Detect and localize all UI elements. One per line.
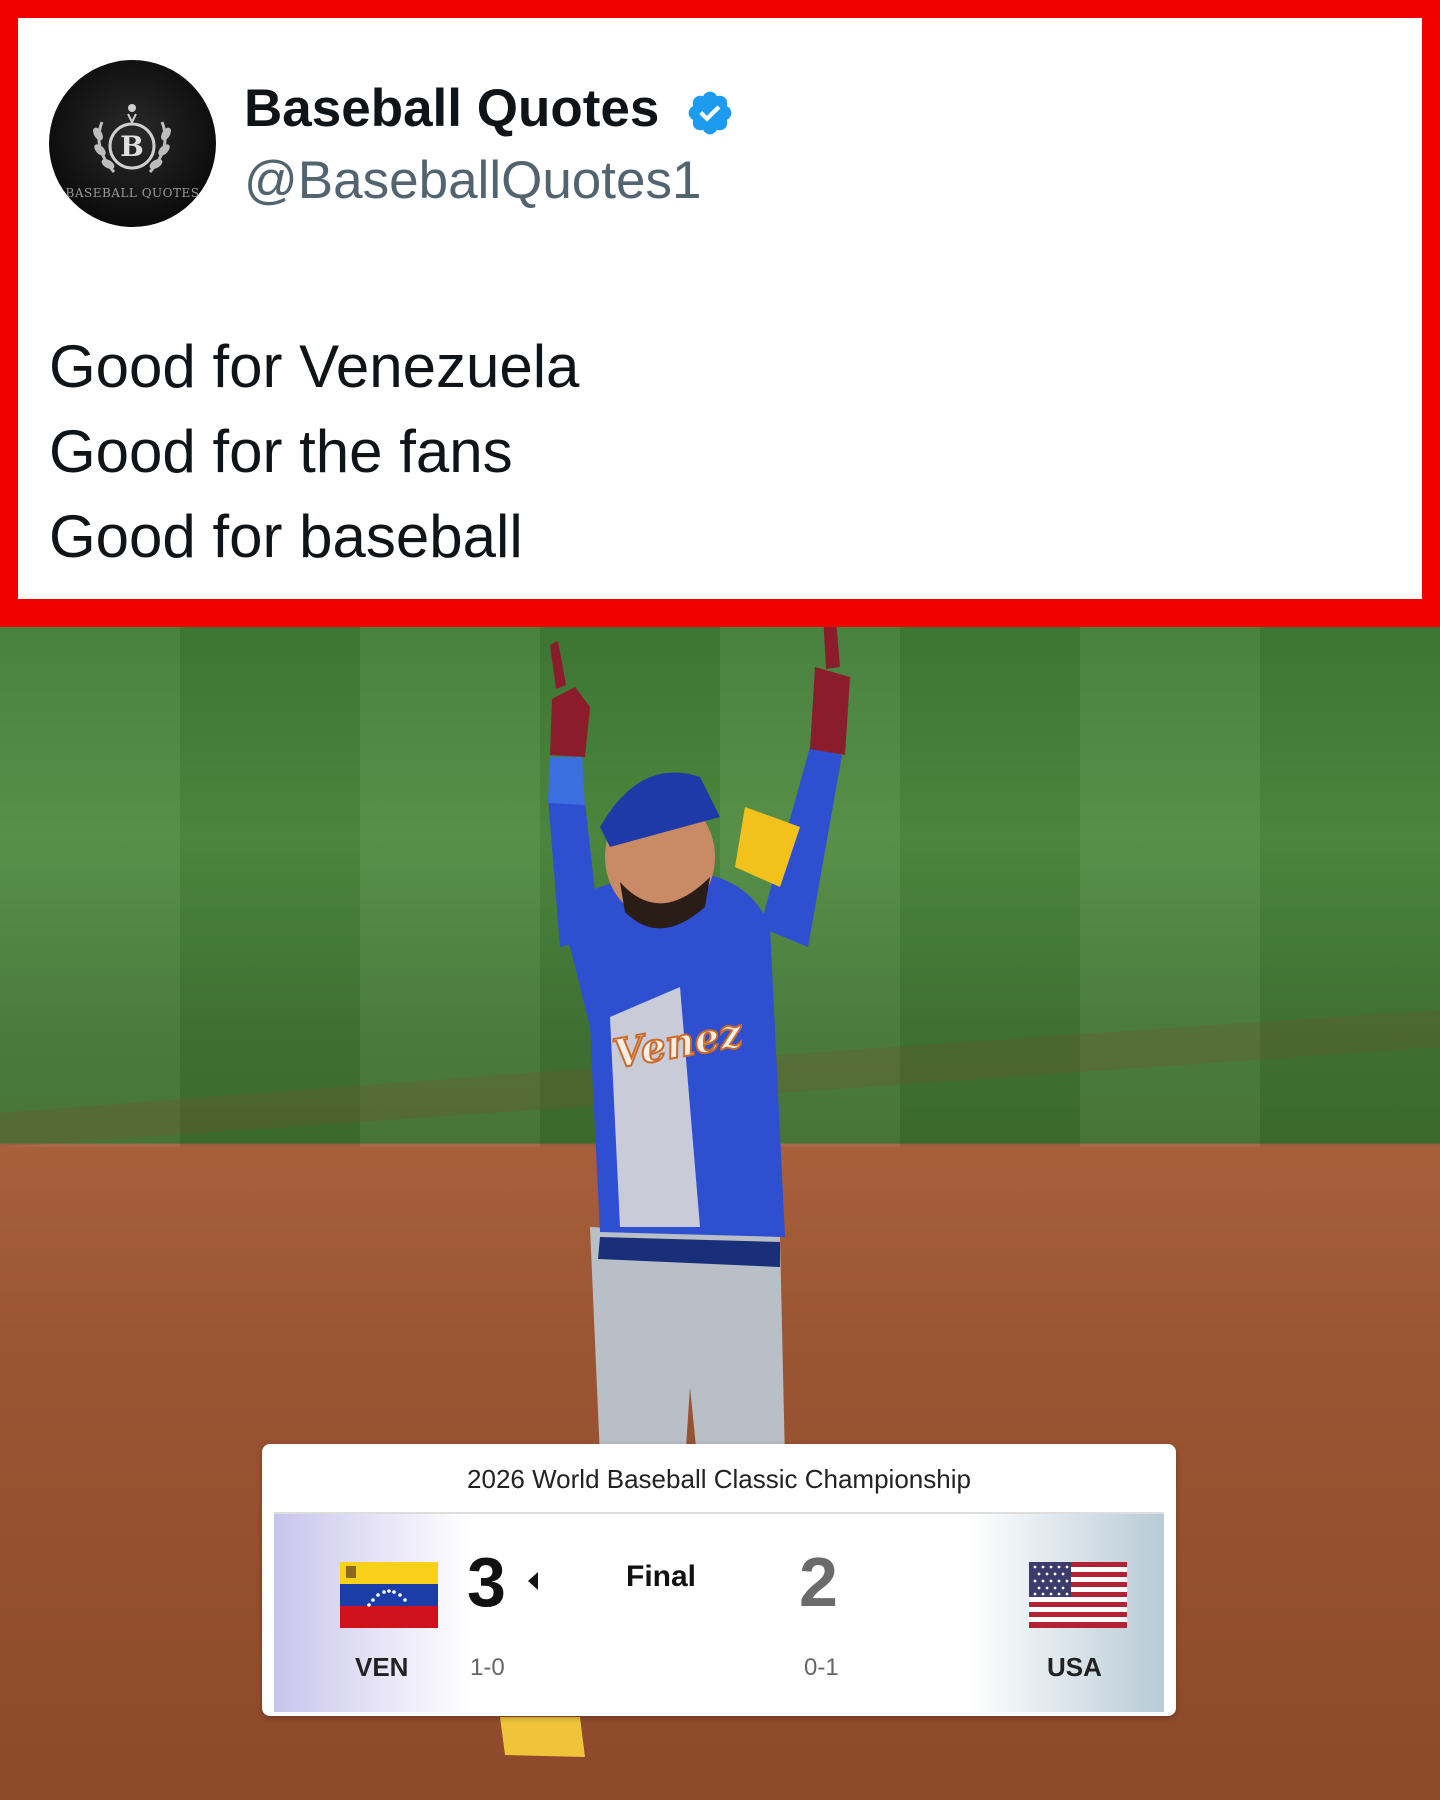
winner-arrow-icon [528,1572,538,1590]
venezuela-flag-icon [340,1562,438,1628]
verified-badge-icon [688,91,732,135]
author-name[interactable]: Baseball Quotes [244,78,659,139]
score-ven: 3 [467,1543,506,1621]
scoreboard-title: 2026 World Baseball Classic Championship [467,1464,971,1494]
author-handle[interactable]: @BaseballQuotes1 [244,150,701,211]
game-status: Final [626,1560,697,1593]
tweet-card: B BASEBALL QUOTES Baseball Quotes @Baseb… [0,0,1440,627]
team-abbr-ven: VEN [355,1652,409,1682]
avatar[interactable]: B BASEBALL QUOTES [49,60,216,227]
baseball-quotes-logo-icon: B [93,104,171,173]
record-usa: 0-1 [804,1654,839,1681]
score-row: VEN 3 1-0 Final 2 0-1 USA [274,1512,1164,1712]
scoreboard-card[interactable]: 2026 World Baseball Classic Championship… [262,1444,1176,1716]
usa-flag-icon [1029,1562,1127,1628]
tweet-line: Good for Venezuela [49,333,580,400]
tweet-line: Good for baseball [49,503,523,570]
record-ven: 1-0 [470,1654,505,1681]
tweet-text: Good for Venezuela Good for the fans Goo… [49,324,579,579]
score-usa: 2 [799,1543,838,1621]
avatar-text: BASEBALL QUOTES [65,186,200,200]
avatar-letter: B [120,130,144,163]
tweet-line: Good for the fans [49,418,513,485]
team-abbr-usa: USA [1047,1652,1102,1682]
